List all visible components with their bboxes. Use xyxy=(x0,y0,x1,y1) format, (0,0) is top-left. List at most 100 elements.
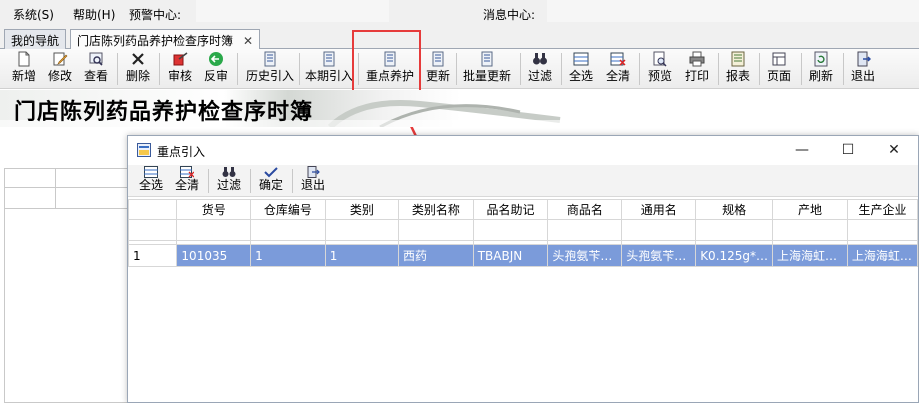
column-header[interactable]: 规格 xyxy=(695,199,774,220)
menu-system[interactable]: 系统(S) xyxy=(13,6,54,23)
column-header[interactable]: 生产企业 xyxy=(846,199,918,220)
edit-button[interactable]: 修改 xyxy=(46,51,74,87)
table-row[interactable]: 1 101035 1 1 西药 TBABJN 头孢氨苄… 头孢氨苄… K0.12… xyxy=(128,244,918,267)
dialog-select-all-button[interactable]: 全选 xyxy=(138,166,164,193)
toolbar-label: 报表 xyxy=(725,69,750,83)
current-import-button[interactable]: 本期引入 xyxy=(304,51,354,87)
view-icon xyxy=(89,52,103,66)
toolbar-label: 新增 xyxy=(11,69,36,83)
grid-filter-row xyxy=(5,189,127,209)
report-button[interactable]: 报表 xyxy=(724,51,752,87)
page-button[interactable]: 页面 xyxy=(765,51,793,87)
filter-cell[interactable] xyxy=(398,219,474,241)
print-button[interactable]: 打印 xyxy=(683,51,711,87)
tab-my-navigation[interactable]: 我的导航 xyxy=(4,29,67,50)
column-header[interactable]: 品名助记 xyxy=(472,199,549,220)
audit-button[interactable]: 审核 xyxy=(166,51,194,87)
maximize-button[interactable]: ☐ xyxy=(828,140,868,162)
binoculars-icon xyxy=(222,167,236,177)
toolbar-label: 过滤 xyxy=(216,178,241,192)
column-header[interactable]: 通用名 xyxy=(621,199,697,220)
toolbar-label: 更新 xyxy=(425,69,450,83)
history-import-button[interactable]: 历史引入 xyxy=(244,51,296,87)
cell-item-no[interactable]: 101035 xyxy=(176,244,252,267)
menu-message-center[interactable]: 消息中心: xyxy=(483,6,535,23)
binoculars-icon xyxy=(533,53,547,65)
column-header[interactable]: 货号 xyxy=(176,199,252,220)
column-header[interactable]: 类别名称 xyxy=(398,199,474,220)
toolbar-separator xyxy=(718,53,719,85)
toolbar-label: 修改 xyxy=(47,69,72,83)
cell-generic-name[interactable]: 头孢氨苄… xyxy=(621,244,697,267)
filter-button[interactable]: 过滤 xyxy=(526,51,554,87)
cell-category[interactable]: 1 xyxy=(324,244,400,267)
key-maintenance-button[interactable]: 重点养护 xyxy=(364,51,416,87)
preview-button[interactable]: 预览 xyxy=(646,51,674,87)
filter-cell[interactable] xyxy=(846,219,918,241)
import-icon xyxy=(264,51,276,67)
cell-manufacturer[interactable]: 上海海虹… xyxy=(846,244,918,267)
menu-alert-center[interactable]: 预警中心: xyxy=(129,6,181,23)
dialog-titlebar[interactable]: 重点引入 — ☐ ✕ xyxy=(128,136,918,165)
toolbar-separator xyxy=(208,169,209,193)
tab-label: 门店陈列药品养护检查序时簿 xyxy=(77,34,234,48)
unaudit-button[interactable]: 反审 xyxy=(202,51,230,87)
cell-origin[interactable]: 上海海虹… xyxy=(772,244,848,267)
delete-button[interactable]: 删除 xyxy=(124,51,152,87)
filter-cell[interactable] xyxy=(695,219,774,241)
dialog-data-grid[interactable]: 货号 仓库编号 类别 类别名称 品名助记 商品名 通用名 规格 产地 生产企业 xyxy=(128,199,918,402)
toolbar-label: 全选 xyxy=(138,178,163,192)
preview-icon xyxy=(653,51,667,67)
toolbar-separator xyxy=(561,53,562,85)
minimize-button[interactable]: — xyxy=(782,140,822,162)
refresh-button[interactable]: 刷新 xyxy=(807,51,835,87)
dialog-clear-all-button[interactable]: 全清 xyxy=(174,166,200,193)
filter-cell[interactable] xyxy=(324,219,400,241)
column-header[interactable]: 类别 xyxy=(324,199,400,220)
view-button[interactable]: 查看 xyxy=(82,51,110,87)
filter-cell[interactable] xyxy=(472,219,549,241)
filter-cell[interactable] xyxy=(176,219,252,241)
main-toolbar: 新增 修改 查看 删除 审核 反审 历史引入 本期引入 重点养护 更新 批量更新… xyxy=(0,49,919,89)
toolbar-label: 全清 xyxy=(174,178,199,192)
column-header[interactable]: 仓库编号 xyxy=(250,199,326,220)
column-header[interactable]: 产地 xyxy=(772,199,848,220)
new-doc-icon xyxy=(18,51,30,67)
filter-cell[interactable] xyxy=(772,219,848,241)
cell-mnemonic[interactable]: TBABJN xyxy=(472,244,549,267)
column-header[interactable]: 商品名 xyxy=(547,199,623,220)
close-tab-icon[interactable]: ✕ xyxy=(243,34,253,48)
tab-store-display-maintenance[interactable]: 门店陈列药品养护检查序时簿 ✕ xyxy=(70,29,261,50)
dialog-confirm-button[interactable]: 确定 xyxy=(258,166,284,193)
exit-button[interactable]: 退出 xyxy=(849,51,877,87)
toolbar-separator xyxy=(639,53,640,85)
cell-spec[interactable]: K0.125g*… xyxy=(695,244,774,267)
batch-update-button[interactable]: 批量更新 xyxy=(461,51,513,87)
page-icon xyxy=(772,52,786,66)
page-title: 门店陈列药品养护检查序时簿 xyxy=(14,99,314,125)
update-button[interactable]: 更新 xyxy=(424,51,452,87)
tab-label: 我的导航 xyxy=(11,34,60,48)
toolbar-label: 删除 xyxy=(125,69,150,83)
row-number[interactable]: 1 xyxy=(128,244,178,267)
import-icon xyxy=(432,51,444,67)
toolbar-separator xyxy=(801,53,802,85)
new-button[interactable]: 新增 xyxy=(10,51,38,87)
dialog-filter-button[interactable]: 过滤 xyxy=(216,166,242,193)
dialog-exit-button[interactable]: 退出 xyxy=(300,166,326,193)
message-center-area xyxy=(547,0,919,22)
dialog-toolbar: 全选 全清 过滤 确定 退出 xyxy=(128,165,918,197)
cell-category-name[interactable]: 西药 xyxy=(398,244,474,267)
cell-product-name[interactable]: 头孢氨苄… xyxy=(547,244,623,267)
main-data-grid[interactable] xyxy=(4,168,128,403)
filter-cell[interactable] xyxy=(621,219,697,241)
filter-cell[interactable] xyxy=(547,219,623,241)
filter-cell[interactable] xyxy=(250,219,326,241)
close-dialog-button[interactable]: ✕ xyxy=(874,140,914,162)
menu-help[interactable]: 帮助(H) xyxy=(73,6,115,23)
select-all-button[interactable]: 全选 xyxy=(567,51,595,87)
clear-all-icon xyxy=(610,52,626,66)
clear-all-button[interactable]: 全清 xyxy=(604,51,632,87)
cell-warehouse-no[interactable]: 1 xyxy=(250,244,326,267)
import-icon xyxy=(323,51,335,67)
